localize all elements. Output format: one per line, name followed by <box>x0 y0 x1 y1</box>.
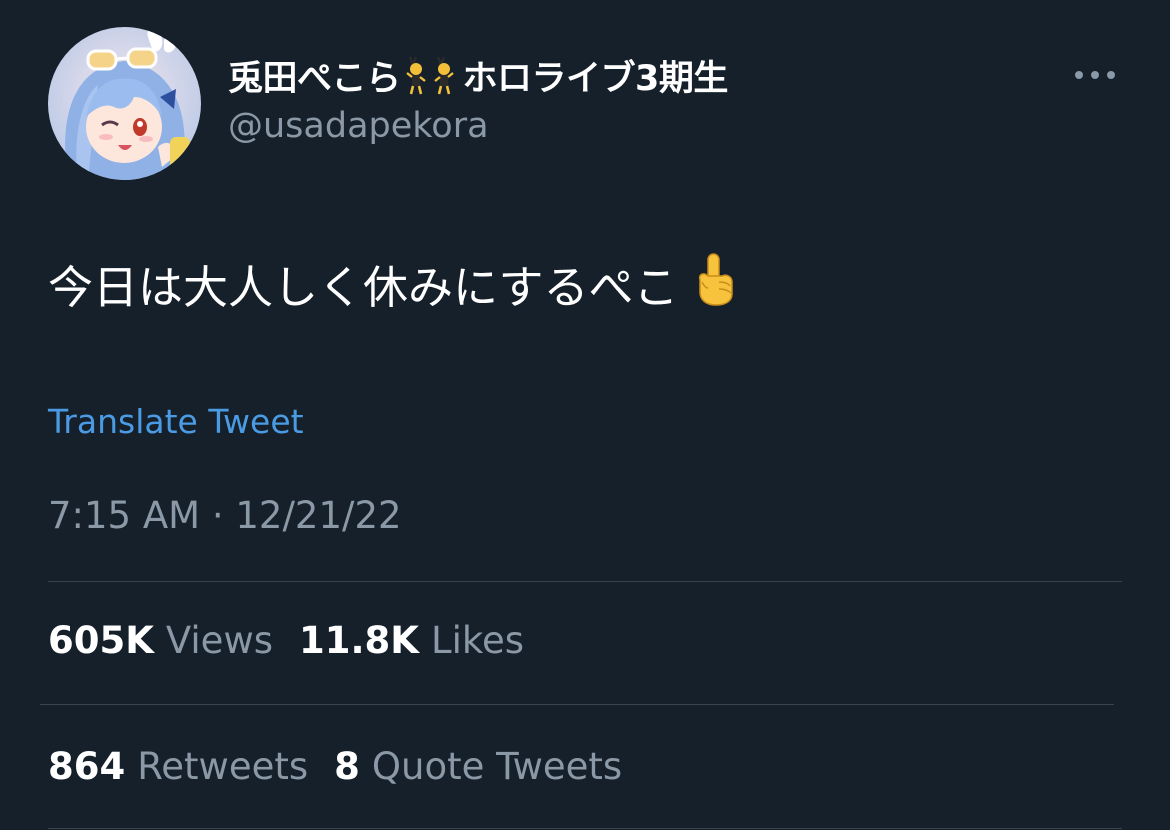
stats-row-shares: 864 Retweets 8 Quote Tweets <box>48 745 648 788</box>
tweet-text: 今日は大人しく休みにするぺこ <box>48 252 738 323</box>
retweets-stat[interactable]: 864 Retweets <box>48 745 308 788</box>
likes-label: Likes <box>430 619 525 662</box>
dancing-bunny-girls-icon <box>404 55 460 95</box>
avatar-image <box>48 27 201 180</box>
more-dots-icon <box>1075 71 1115 79</box>
display-name-prefix: 兎田ぺこら <box>228 58 401 99</box>
views-stat[interactable]: 605K Views <box>48 619 273 662</box>
divider <box>40 704 1114 705</box>
quote-tweets-count: 8 <box>334 745 360 788</box>
retweets-count: 864 <box>48 745 126 788</box>
more-options-button[interactable] <box>1070 58 1120 92</box>
quote-tweets-label: Quote Tweets <box>371 745 623 788</box>
user-handle[interactable]: @usadapekora <box>228 106 489 146</box>
avatar[interactable] <box>48 27 201 180</box>
tweet-body: 今日は大人しく休みにするぺこ <box>48 260 679 314</box>
stats-row-engagement: 605K Views 11.8K Likes <box>48 619 550 662</box>
likes-stat[interactable]: 11.8K Likes <box>299 619 524 662</box>
likes-count: 11.8K <box>299 619 419 662</box>
display-name-suffix: ホロライブ3期生 <box>462 58 729 99</box>
quote-tweets-stat[interactable]: 8 Quote Tweets <box>334 745 622 788</box>
views-label: Views <box>165 619 273 662</box>
retweets-label: Retweets <box>137 745 309 788</box>
views-count: 605K <box>48 619 154 662</box>
divider <box>48 828 1122 829</box>
pointing-up-hand-icon <box>692 252 738 323</box>
display-name[interactable]: 兎田ぺこら ホロライブ3期生 <box>228 51 728 99</box>
divider <box>48 581 1122 582</box>
translate-tweet-link[interactable]: Translate Tweet <box>48 402 304 441</box>
tweet-timestamp[interactable]: 7:15 AM · 12/21/22 <box>48 494 402 537</box>
tweet-detail: 兎田ぺこら ホロライブ3期生 @usadapekora 今日は大人しく休みにする… <box>0 0 1170 830</box>
